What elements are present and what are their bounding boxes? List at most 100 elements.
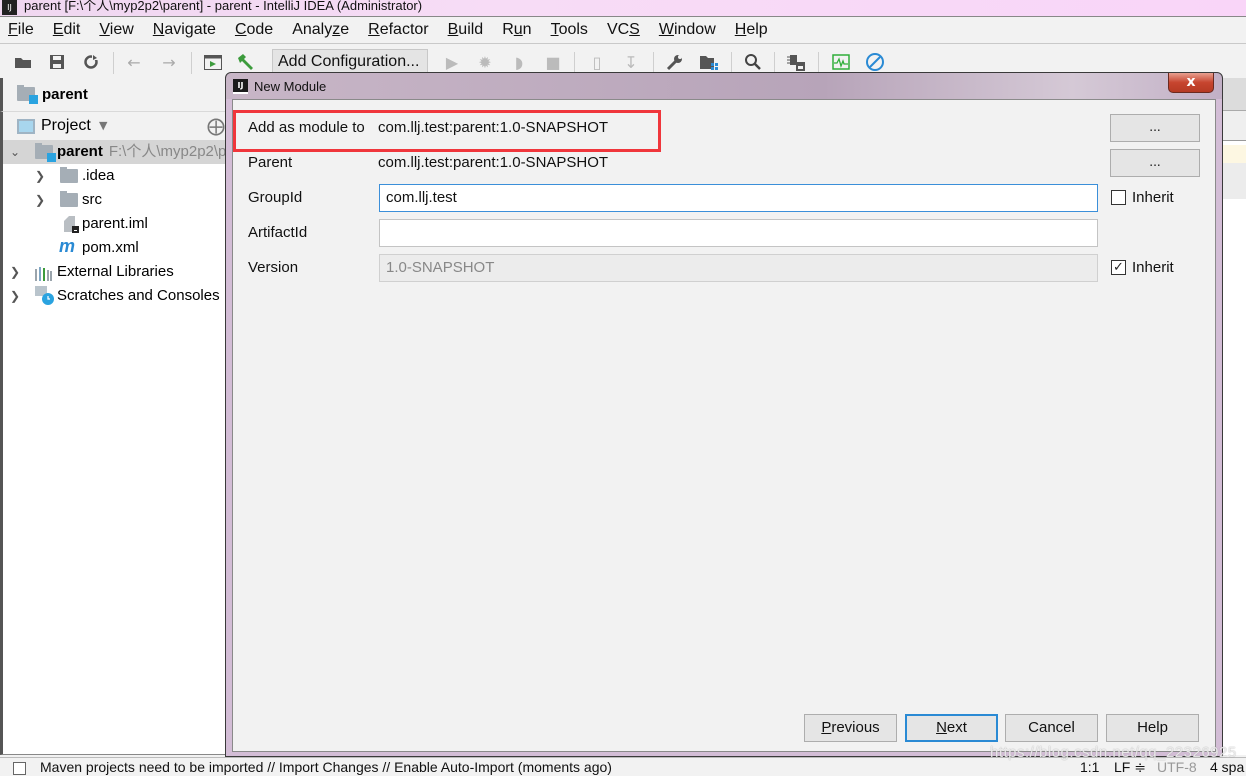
project-name[interactable]: parent <box>42 86 88 103</box>
tree-item-label: .idea <box>82 167 115 184</box>
chevron-right-icon[interactable]: ❯ <box>10 284 20 308</box>
menu-bar: File Edit View Navigate Code Analyze Refactor B… <box>0 17 1246 44</box>
file-encoding[interactable]: UTF-8 <box>1157 759 1197 775</box>
project-view-bar: Project ▼ ⨁ <box>0 112 226 140</box>
debug-icon[interactable]: ✹ <box>475 52 495 72</box>
module-folder-icon <box>17 85 38 104</box>
checkbox-unchecked[interactable] <box>1111 190 1126 205</box>
artifact-id-label: ArtifactId <box>248 224 308 241</box>
dialog-title: New Module <box>254 79 327 94</box>
menu-file[interactable]: File <box>6 21 36 39</box>
tree-item-label: src <box>82 191 102 208</box>
editor-area-edge <box>1222 78 1246 755</box>
project-structure-icon[interactable] <box>699 52 719 72</box>
menu-build[interactable]: Build <box>446 21 486 39</box>
tree-item-label: Scratches and Consoles <box>57 287 220 304</box>
forward-arrow-icon[interactable]: → <box>159 52 179 72</box>
project-view-icon <box>17 119 35 134</box>
status-message[interactable]: Maven projects need to be imported // Im… <box>40 759 612 775</box>
tree-item-scratches[interactable]: ❯ Scratches and Consoles <box>3 284 225 308</box>
tree-item-label: External Libraries <box>57 263 174 280</box>
caret-position[interactable]: 1:1 <box>1080 759 1099 775</box>
tree-item-pom-xml[interactable]: m pom.xml <box>3 236 225 260</box>
previous-button[interactable]: Previous <box>804 714 897 742</box>
checkmark-icon[interactable]: ✓ <box>1111 260 1126 275</box>
help-button[interactable]: Help <box>1106 714 1199 742</box>
build-hammer-icon[interactable] <box>235 52 255 72</box>
save-icon[interactable] <box>47 52 67 72</box>
scratches-icon <box>35 286 55 314</box>
run-icon[interactable]: ▶ <box>442 52 462 72</box>
tree-item-label: parent <box>57 143 103 160</box>
chevron-right-icon[interactable]: ❯ <box>35 188 45 212</box>
vcs-commit-icon[interactable]: ↧ <box>621 52 641 72</box>
group-id-input[interactable]: com.llj.test <box>379 184 1098 212</box>
maven-icon: m <box>59 236 76 256</box>
activity-monitor-icon[interactable] <box>831 52 851 72</box>
folder-icon <box>60 191 78 207</box>
settings-wrench-icon[interactable] <box>665 52 685 72</box>
parent-value: com.llj.test:parent:1.0-SNAPSHOT <box>378 154 609 171</box>
menu-run[interactable]: Run <box>500 21 533 39</box>
new-module-dialog: IJ New Module x Add as module to com.llj… <box>225 72 1223 757</box>
locate-target-icon[interactable]: ⨁ <box>207 116 225 137</box>
indent-setting[interactable]: 4 spa <box>1210 759 1244 775</box>
next-button[interactable]: Next <box>905 714 998 742</box>
menu-view[interactable]: View <box>97 21 135 39</box>
power-save-icon[interactable] <box>865 52 885 72</box>
tree-item-parent-iml[interactable]: parent.iml <box>3 212 225 236</box>
intellij-app-icon: IJ <box>233 79 248 94</box>
window-title: parent [F:\个人\myp2p2\parent] - parent - … <box>24 0 423 13</box>
parent-label: Parent <box>248 154 293 171</box>
tree-item-parent[interactable]: ⌄ parent F:\个人\myp2p2\p <box>3 140 226 164</box>
chevron-down-icon[interactable]: ⌄ <box>10 140 20 164</box>
dialog-body: Add as module to com.llj.test:parent:1.0… <box>232 99 1216 752</box>
chevron-right-icon[interactable]: ❯ <box>10 260 20 284</box>
inherit-label: Inherit <box>1132 189 1174 206</box>
tree-item-label: pom.xml <box>82 239 139 256</box>
add-as-module-browse-button[interactable]: ... <box>1110 114 1200 142</box>
stop-icon[interactable]: ■ <box>543 52 563 72</box>
run-window-icon[interactable] <box>203 52 223 72</box>
tree-item-path: F:\个人\myp2p2\p <box>108 143 226 160</box>
menu-tools[interactable]: Tools <box>549 21 590 39</box>
add-configuration-button[interactable]: Add Configuration... <box>272 49 428 74</box>
window-titlebar: IJ parent [F:\个人\myp2p2\parent] - parent… <box>0 0 1246 17</box>
tree-item-src[interactable]: ❯ src <box>3 188 225 212</box>
dialog-titlebar[interactable]: IJ New Module x <box>226 73 1222 99</box>
tree-item-idea[interactable]: ❯ .idea <box>3 164 225 188</box>
menu-refactor[interactable]: Refactor <box>366 21 430 39</box>
back-arrow-icon[interactable]: ← <box>124 52 144 72</box>
sdk-icon[interactable] <box>786 52 806 72</box>
artifact-id-input[interactable] <box>379 219 1098 247</box>
intellij-app-icon: IJ <box>2 0 17 15</box>
version-label: Version <box>248 259 299 276</box>
menu-vcs[interactable]: VCS <box>605 21 642 39</box>
version-inherit-checkbox[interactable]: ✓ Inherit <box>1111 259 1174 276</box>
project-header: parent <box>0 78 226 112</box>
tool-windows-toggle-icon[interactable] <box>13 762 26 775</box>
menu-help[interactable]: Help <box>733 21 770 39</box>
parent-browse-button[interactable]: ... <box>1110 149 1200 177</box>
coverage-icon[interactable]: ◗ <box>509 52 529 72</box>
project-view-selector[interactable]: Project <box>41 117 91 135</box>
group-id-label: GroupId <box>248 189 303 206</box>
search-icon[interactable] <box>743 52 763 72</box>
inherit-label: Inherit <box>1132 259 1174 276</box>
open-folder-icon[interactable] <box>13 52 33 72</box>
cancel-button[interactable]: Cancel <box>1005 714 1098 742</box>
menu-edit[interactable]: Edit <box>51 21 83 39</box>
sync-icon[interactable] <box>81 52 101 72</box>
chevron-down-icon[interactable]: ▼ <box>99 119 107 132</box>
vcs-update-icon[interactable]: ▯ <box>587 52 607 72</box>
group-id-inherit-checkbox[interactable]: Inherit <box>1111 189 1174 206</box>
tree-item-external-libraries[interactable]: ❯ External Libraries <box>3 260 225 284</box>
line-separator[interactable]: LF ≑ <box>1114 759 1146 776</box>
version-input: 1.0-SNAPSHOT <box>379 254 1098 282</box>
chevron-right-icon[interactable]: ❯ <box>35 164 45 188</box>
menu-analyze[interactable]: Analyze <box>290 21 351 39</box>
menu-code[interactable]: Code <box>233 21 275 39</box>
close-button[interactable]: x <box>1168 73 1214 93</box>
menu-window[interactable]: Window <box>657 21 718 39</box>
menu-navigate[interactable]: Navigate <box>151 21 218 39</box>
